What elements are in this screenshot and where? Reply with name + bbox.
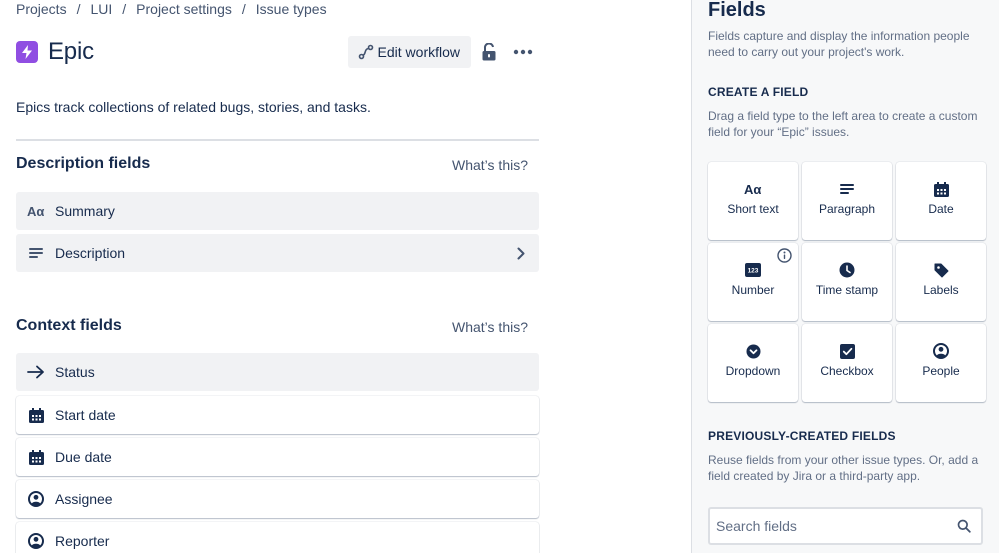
field-type-paragraph[interactable]: Paragraph xyxy=(802,162,892,240)
header-actions: Edit workflow xyxy=(347,36,539,68)
field-type-grid: Aα Short text Paragraph Date 123 Number xyxy=(708,162,986,402)
dropdown-icon xyxy=(746,342,761,360)
clock-icon xyxy=(839,261,855,279)
more-icon[interactable] xyxy=(507,36,539,68)
field-label: Summary xyxy=(55,203,115,219)
field-type-label: People xyxy=(922,364,960,378)
field-type-labels[interactable]: Labels xyxy=(896,243,986,321)
search-box xyxy=(708,507,983,545)
short-text-icon: Aα xyxy=(26,201,46,221)
calendar-icon xyxy=(933,180,949,198)
search-input[interactable] xyxy=(710,518,940,534)
unlock-icon[interactable] xyxy=(473,36,505,68)
field-label: Reporter xyxy=(55,533,110,549)
paragraph-icon xyxy=(26,243,46,263)
chevron-right-icon[interactable] xyxy=(517,247,525,260)
field-type-dropdown[interactable]: Dropdown xyxy=(708,324,798,402)
field-type-label: Dropdown xyxy=(725,364,781,378)
search-icon[interactable] xyxy=(957,519,971,533)
lightning-icon xyxy=(16,41,38,63)
field-type-time-stamp[interactable]: Time stamp xyxy=(802,243,892,321)
breadcrumb: Projects / LUI / Project settings / Issu… xyxy=(16,1,327,17)
field-label: Assignee xyxy=(55,491,113,507)
edit-workflow-button[interactable]: Edit workflow xyxy=(347,36,471,68)
field-label: Start date xyxy=(55,407,116,423)
calendar-icon xyxy=(26,405,46,425)
breadcrumb-project[interactable]: LUI xyxy=(90,1,112,17)
issue-type-description: Epics track collections of related bugs,… xyxy=(16,99,371,115)
person-icon xyxy=(26,531,46,551)
field-type-short-text[interactable]: Aα Short text xyxy=(708,162,798,240)
field-row-assignee[interactable]: Assignee xyxy=(16,480,539,518)
tag-icon xyxy=(934,261,949,279)
field-type-label: Checkbox xyxy=(820,364,874,378)
checkbox-icon xyxy=(839,342,855,360)
field-type-label: Labels xyxy=(923,283,959,297)
field-label: Status xyxy=(55,364,95,380)
field-row-reporter[interactable]: Reporter xyxy=(16,522,539,553)
field-type-number[interactable]: 123 Number xyxy=(708,243,798,321)
field-type-checkbox[interactable]: Checkbox xyxy=(802,324,892,402)
breadcrumb-issue-types[interactable]: Issue types xyxy=(256,1,327,17)
breadcrumb-separator: / xyxy=(76,1,81,17)
context-fields-help-link[interactable]: What’s this? xyxy=(452,319,528,335)
field-row-start-date[interactable]: Start date xyxy=(16,396,539,434)
field-label: Description xyxy=(55,245,126,261)
arrow-right-icon xyxy=(26,362,46,382)
breadcrumb-separator: / xyxy=(122,1,127,17)
create-field-description: Drag a field type to the left area to cr… xyxy=(708,109,978,139)
field-type-label: Time stamp xyxy=(815,283,879,297)
context-fields-title: Context fields xyxy=(16,317,122,334)
field-type-label: Number xyxy=(731,283,775,297)
create-field-heading: CREATE A FIELD xyxy=(708,85,809,99)
field-type-label: Date xyxy=(928,202,954,216)
info-icon[interactable] xyxy=(777,248,792,263)
paragraph-icon xyxy=(840,180,854,198)
svg-text:123: 123 xyxy=(748,268,759,275)
number-icon: 123 xyxy=(745,261,761,279)
previous-fields-description: Reuse fields from your other issue types… xyxy=(708,453,979,483)
field-label: Due date xyxy=(55,449,112,465)
field-row-summary[interactable]: Aα Summary xyxy=(16,192,539,230)
field-type-label: Paragraph xyxy=(818,202,876,216)
page-title: Epic xyxy=(48,38,94,65)
panel-title: Fields xyxy=(708,0,766,21)
calendar-icon xyxy=(26,447,46,467)
person-icon xyxy=(26,489,46,509)
main-content: Projects / LUI / Project settings / Issu… xyxy=(0,0,691,553)
breadcrumb-projects[interactable]: Projects xyxy=(16,1,67,17)
breadcrumb-project-settings[interactable]: Project settings xyxy=(136,1,232,17)
field-row-description[interactable]: Description xyxy=(16,234,539,272)
svg-text:Aα: Aα xyxy=(744,183,761,195)
fields-panel: Fields Fields capture and display the in… xyxy=(691,0,999,553)
divider xyxy=(16,139,539,141)
short-text-icon: Aα xyxy=(744,180,762,198)
field-row-status[interactable]: Status xyxy=(16,353,539,391)
field-type-date[interactable]: Date xyxy=(896,162,986,240)
edit-workflow-label: Edit workflow xyxy=(377,44,460,60)
panel-description: Fields capture and display the informati… xyxy=(708,29,970,59)
field-type-people[interactable]: People xyxy=(896,324,986,402)
person-icon xyxy=(933,342,949,360)
description-fields-help-link[interactable]: What’s this? xyxy=(452,157,528,173)
previous-fields-heading: PREVIOUSLY-CREATED FIELDS xyxy=(708,429,896,443)
workflow-icon xyxy=(358,44,374,60)
description-fields-title: Description fields xyxy=(16,155,151,172)
field-type-label: Short text xyxy=(727,202,779,216)
field-row-due-date[interactable]: Due date xyxy=(16,438,539,476)
svg-text:Aα: Aα xyxy=(27,205,44,217)
breadcrumb-separator: / xyxy=(241,1,246,17)
page-header: Epic Edit workflow xyxy=(16,36,539,68)
